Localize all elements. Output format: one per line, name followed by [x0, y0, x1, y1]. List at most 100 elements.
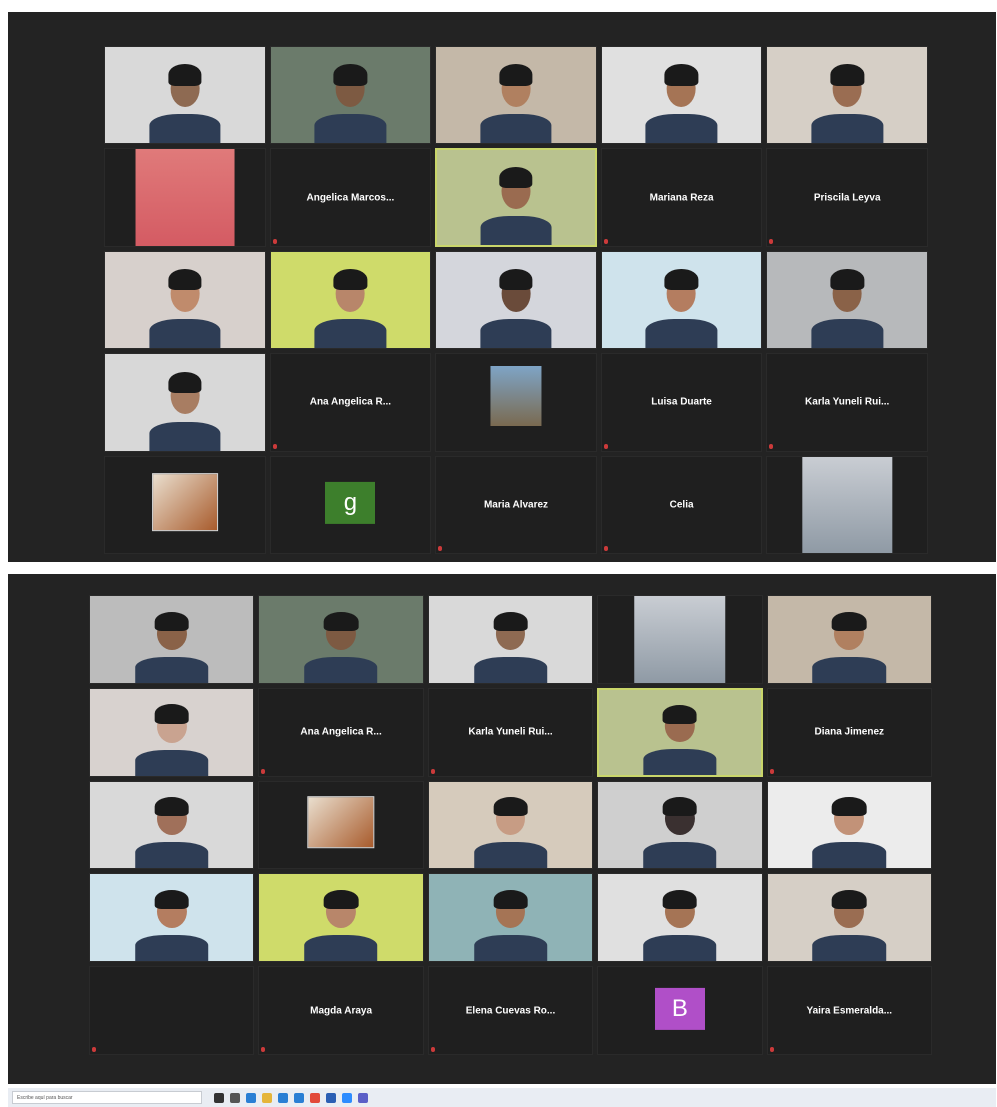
chrome-icon[interactable] [310, 1092, 320, 1103]
participant-video [115, 689, 229, 776]
participant-tile[interactable] [89, 966, 255, 1055]
participant-tile[interactable] [766, 780, 932, 870]
taskbar-pinned-apps [214, 1092, 368, 1103]
participant-tile[interactable] [89, 595, 255, 684]
participant-tile[interactable] [89, 780, 255, 870]
participant-tile[interactable]: B [597, 966, 763, 1055]
participant-tile[interactable] [435, 148, 597, 247]
participant-tile[interactable] [597, 780, 763, 870]
participant-tile[interactable]: Ana Angelica R... [269, 353, 432, 452]
participant-tile[interactable] [258, 595, 424, 684]
participant-tile[interactable] [597, 687, 763, 777]
participant-tile[interactable] [766, 250, 928, 350]
muted-mic-icon [92, 1047, 96, 1052]
participant-tile[interactable]: Karla Yuneli Rui... [427, 687, 594, 777]
participant-tile[interactable]: Magda Araya [258, 966, 424, 1055]
participant-tile[interactable]: Karla Yuneli Rui... [766, 353, 928, 452]
profile-picture [802, 456, 892, 553]
participant-tile[interactable]: g [269, 455, 432, 554]
participant-video [460, 47, 572, 144]
participant-name: Magda Araya [310, 1005, 373, 1017]
edge-icon[interactable] [246, 1092, 256, 1103]
taskbar-search-input[interactable]: Escribe aquí para buscar [12, 1091, 202, 1104]
participant-tile[interactable] [258, 780, 424, 870]
word-icon[interactable] [326, 1092, 336, 1103]
participant-tile[interactable] [427, 780, 594, 870]
muted-mic-icon [769, 768, 774, 774]
participant-tile[interactable] [435, 250, 597, 350]
participant-tile[interactable] [269, 250, 432, 350]
participant-tile[interactable] [597, 595, 763, 684]
participant-tile[interactable] [427, 595, 594, 684]
participant-video [453, 596, 567, 683]
participant-name: Angelica Marcos... [306, 192, 395, 204]
mail-icon[interactable] [278, 1092, 288, 1103]
store-icon[interactable] [294, 1092, 304, 1103]
participant-tile[interactable] [89, 687, 255, 777]
participant-tile[interactable]: Elena Cuevas Ro... [427, 966, 594, 1055]
participant-tile[interactable]: Maria Alvarez [435, 455, 597, 554]
participant-tile[interactable]: Mariana Reza [600, 148, 763, 247]
participant-tile[interactable] [104, 353, 266, 452]
participant-tile[interactable]: Ana Angelica R... [258, 687, 424, 777]
start-icon[interactable] [214, 1092, 224, 1103]
participant-video [453, 874, 567, 962]
participant-tile[interactable] [766, 595, 932, 684]
muted-mic-icon [438, 546, 443, 551]
muted-mic-icon [261, 1047, 266, 1052]
muted-mic-icon [769, 238, 774, 244]
participant-tile[interactable]: Luisa Duarte [600, 353, 763, 452]
participant-tile[interactable] [766, 873, 932, 963]
profile-picture [307, 796, 375, 849]
participant-video [284, 874, 398, 962]
participant-video [295, 252, 407, 349]
participant-tile[interactable] [435, 46, 597, 145]
participant-tile[interactable] [597, 873, 763, 963]
muted-mic-icon [261, 768, 266, 774]
participant-video [626, 47, 738, 144]
muted-mic-icon [272, 443, 277, 449]
participant-tile[interactable]: Priscila Leyva [766, 148, 928, 247]
profile-picture [490, 365, 542, 426]
participant-tile[interactable]: Angelica Marcos... [269, 148, 432, 247]
avatar: g [325, 481, 376, 524]
participant-name: Diana Jimenez [814, 726, 885, 738]
participant-tile[interactable] [258, 873, 424, 963]
muted-mic-icon [769, 1047, 774, 1052]
participant-name: Mariana Reza [649, 192, 714, 204]
participant-name: Yaira Esmeralda... [806, 1005, 893, 1017]
participant-tile[interactable]: Celia [600, 455, 763, 554]
muted-mic-icon [430, 768, 435, 774]
participant-tile[interactable] [104, 148, 266, 247]
participant-video [791, 47, 903, 144]
zoom-gallery-screenshot-bottom: Ana Angelica R... Karla Yuneli Rui... Dian… [8, 574, 996, 1084]
participant-tile[interactable]: Diana Jimenez [766, 687, 932, 777]
participant-tile[interactable]: Yaira Esmeralda... [766, 966, 932, 1055]
participant-tile[interactable] [435, 353, 597, 452]
participant-video [791, 252, 903, 349]
participant-video [626, 252, 738, 349]
zoom-icon[interactable] [342, 1092, 352, 1103]
participant-video [461, 150, 571, 245]
participant-tile[interactable] [600, 250, 763, 350]
participant-tile[interactable] [427, 873, 594, 963]
participant-tile[interactable] [766, 46, 928, 145]
participant-tile[interactable] [104, 455, 266, 554]
participant-video [295, 47, 407, 144]
participant-video [623, 690, 736, 775]
participant-tile[interactable] [104, 250, 266, 350]
participant-tile[interactable] [766, 455, 928, 554]
participant-name: Luisa Duarte [651, 396, 712, 408]
teams-icon[interactable] [358, 1092, 368, 1103]
participant-name: Priscila Leyva [813, 192, 881, 204]
participant-tile[interactable] [89, 873, 255, 963]
participant-video [792, 782, 906, 869]
participant-tile[interactable] [600, 46, 763, 145]
participant-tile[interactable] [269, 46, 432, 145]
task-view-icon[interactable] [230, 1092, 240, 1103]
participant-tile[interactable] [104, 46, 266, 145]
explorer-icon[interactable] [262, 1092, 272, 1103]
muted-mic-icon [603, 443, 608, 449]
participant-name: Ana Angelica R... [309, 396, 392, 408]
participant-grid-top: Angelica Marcos... Mariana Reza Priscila L… [104, 46, 928, 554]
